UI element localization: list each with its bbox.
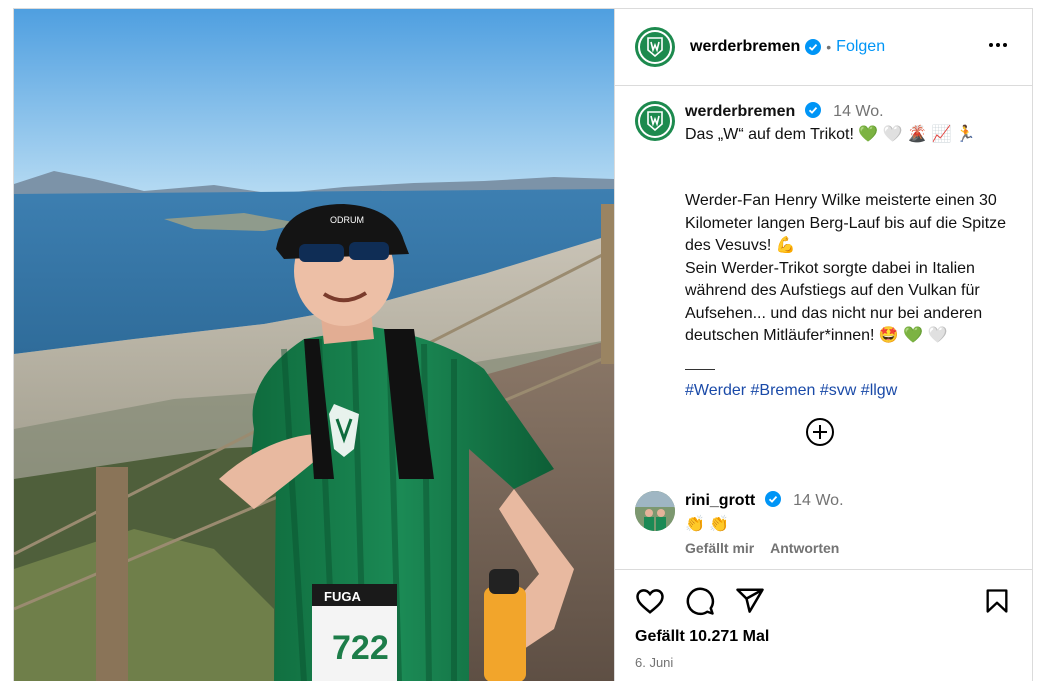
comment-reply-button[interactable]: Antworten [770,540,839,556]
post-photo[interactable]: ODRUM FUGA 722 [14,9,614,681]
comment-text: 👏 👏 [685,516,730,533]
post-footer: Gefällt 10.271 Mal 6. Juni [615,569,1032,681]
comment-time[interactable]: 14 Wo. [793,492,843,509]
comments-area[interactable]: werderbremen 14 Wo. Das „W“ auf dem Trik… [615,86,1032,569]
cap-label: ODRUM [330,215,364,225]
header-username[interactable]: werderbremen [690,38,800,56]
caption-username[interactable]: werderbremen [685,103,795,120]
bib-number: 722 [332,629,389,667]
comment-icon[interactable] [685,586,715,616]
comment-avatar[interactable] [635,491,675,531]
follow-button[interactable]: Folgen [836,38,885,56]
heart-icon[interactable] [635,586,665,616]
plus-circle-icon[interactable] [805,417,835,447]
verified-icon [805,39,822,55]
avatar[interactable] [635,27,675,67]
comment-like-button[interactable]: Gefällt mir [685,540,754,556]
comment-username[interactable]: rini_grott [685,492,755,509]
hashtag-link[interactable]: #llgw [861,382,897,399]
werder-logo-icon [638,30,672,64]
runner-on-vesuvius-image: ODRUM FUGA 722 [14,9,614,681]
verified-icon [804,102,821,118]
werder-logo-icon [638,104,672,138]
caption-line [685,146,1013,168]
bib-brand: FUGA [324,589,361,604]
caption-line: Sein Werder-Trikot sorgte dabei in Itali… [685,259,987,345]
post-header: werderbremen • Folgen [615,9,1032,86]
post-date[interactable]: 6. Juni [635,655,1013,670]
more-icon[interactable] [985,39,1011,51]
header-separator: • [826,39,832,55]
likes-count[interactable]: Gefällt 10.271 Mal [635,628,1013,646]
hashtag-link[interactable]: #Werder [685,382,746,399]
hashtag-list: #Werder #Bremen #svw #llgw [685,380,1013,403]
post-side-panel: werderbremen • Folgen werderbremen 14 Wo… [614,9,1032,681]
bookmark-icon[interactable] [983,587,1011,615]
caption-line: Werder-Fan Henry Wilke meisterte einen 3… [685,192,1011,254]
verified-icon [764,491,781,507]
hashtag-link[interactable]: #Bremen [751,382,816,399]
caption-text: werderbremen 14 Wo. Das „W“ auf dem Trik… [685,101,1013,402]
hashtag-link[interactable]: #svw [820,382,856,399]
caption-avatar[interactable] [635,101,675,141]
caption: werderbremen 14 Wo. Das „W“ auf dem Trik… [635,101,1013,402]
caption-line: Das „W“ auf dem Trikot! 💚 🤍 🌋 📈 🏃 [685,125,976,143]
caption-divider [685,348,715,370]
caption-time[interactable]: 14 Wo. [833,103,883,120]
comment-item: rini_grott 14 Wo. 👏 👏 Gefällt mir Antwor… [635,491,851,556]
instagram-post: ODRUM FUGA 722 werderbremen • Folgen wer… [13,8,1033,681]
action-bar [635,584,1013,618]
share-icon[interactable] [735,586,765,616]
